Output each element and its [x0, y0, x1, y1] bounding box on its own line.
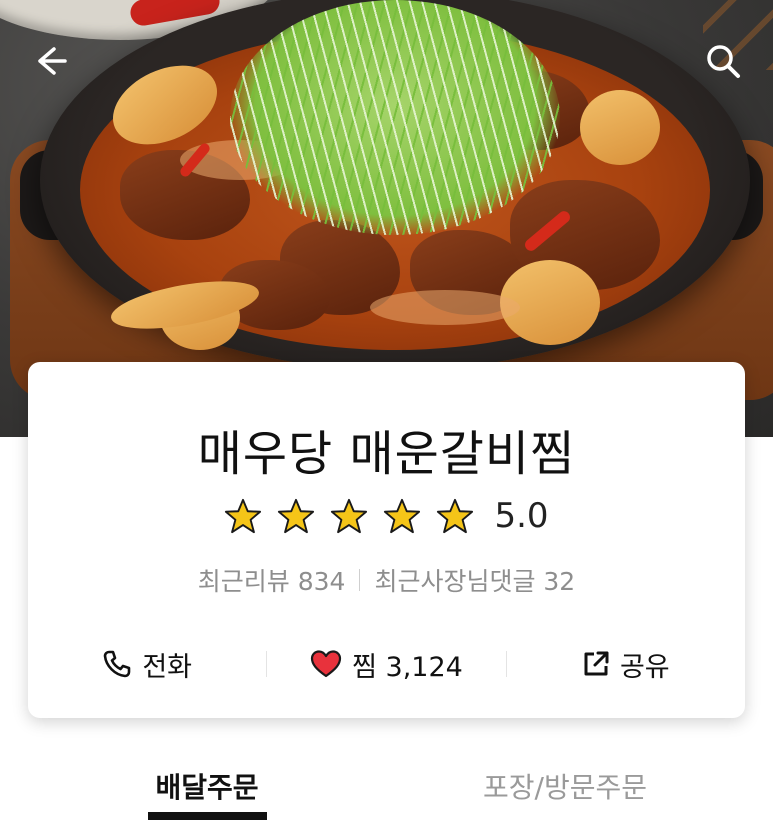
action-bar: 전화 찜 3,124 공유: [28, 644, 745, 684]
star-icon: [278, 498, 315, 534]
review-divider: [359, 569, 361, 591]
store-name: 매우당 매운갈비찜: [197, 426, 576, 482]
recent-reviews-link[interactable]: 최근리뷰 834: [198, 562, 346, 598]
share-label: 공유: [619, 651, 670, 683]
scallion-garnish-image: [230, 0, 560, 235]
phone-icon: [104, 650, 131, 678]
star-icon: [331, 498, 368, 534]
search-icon[interactable]: [702, 40, 744, 82]
heart-icon: [311, 650, 342, 678]
favorite-label: 찜 3,124: [352, 651, 463, 683]
active-tab-indicator: [148, 812, 267, 820]
tab-pickup[interactable]: 포장/방문주문: [470, 766, 660, 806]
favorite-button[interactable]: 찜 3,124: [267, 645, 505, 684]
store-screen: 매우당 매운갈비찜 5.0 최근리뷰 834 최근사장님댓글 32 전화 찜 3…: [0, 0, 773, 820]
back-arrow-icon[interactable]: [30, 40, 72, 82]
share-icon: [584, 651, 609, 676]
star-icon: [437, 498, 474, 534]
order-tabs: 배달주문 포장/방문주문: [0, 752, 773, 820]
share-button[interactable]: 공유: [507, 645, 745, 684]
star-icon: [225, 498, 262, 534]
star-icon: [384, 498, 421, 534]
call-button[interactable]: 전화: [28, 645, 266, 684]
tab-delivery[interactable]: 배달주문: [148, 766, 266, 806]
owner-replies-link[interactable]: 최근사장님댓글 32: [374, 562, 575, 598]
call-label: 전화: [142, 651, 192, 683]
review-summary: 최근리뷰 834 최근사장님댓글 32: [28, 562, 745, 598]
store-info-card: 매우당 매운갈비찜 5.0 최근리뷰 834 최근사장님댓글 32 전화 찜 3…: [28, 362, 745, 718]
rating-row[interactable]: 5.0: [28, 496, 745, 536]
rating-score: 5.0: [494, 496, 549, 536]
